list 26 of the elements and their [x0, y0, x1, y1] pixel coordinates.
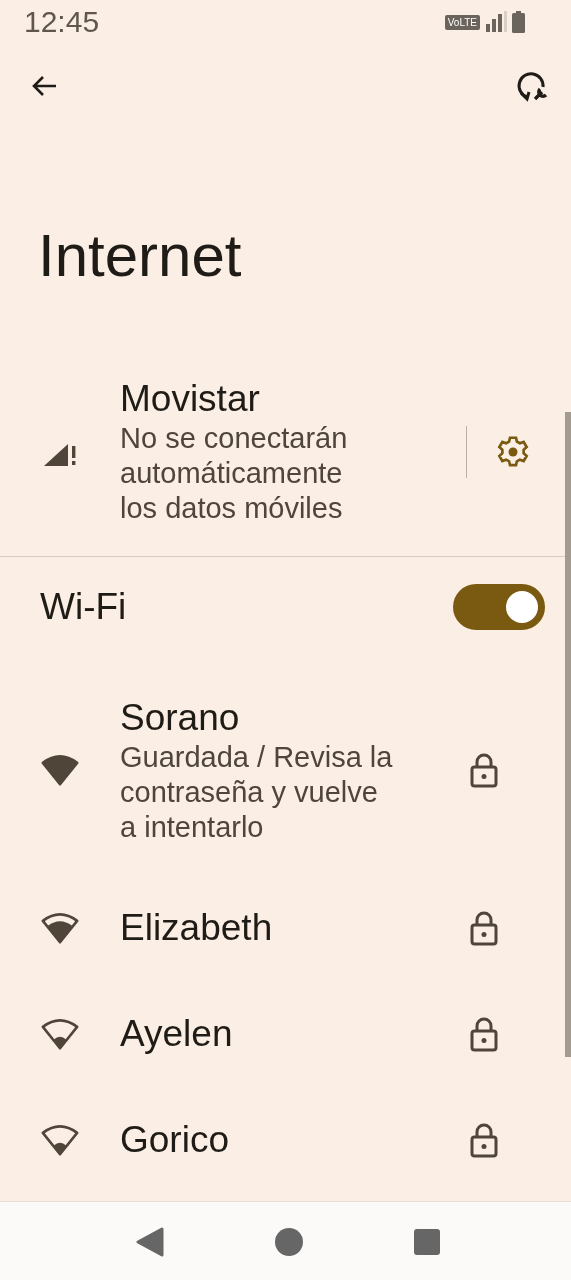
wifi-signal-icon — [40, 754, 80, 786]
wifi-label: Wi-Fi — [40, 586, 127, 628]
triangle-back-icon — [135, 1226, 164, 1257]
wifi-signal-icon — [40, 912, 80, 944]
page-title: Internet — [37, 221, 243, 291]
battery-icon — [512, 11, 525, 33]
cell-signal-icon — [486, 11, 508, 33]
recents-nav-button[interactable] — [413, 1228, 440, 1255]
recents-square-icon — [413, 1228, 440, 1255]
network-name[interactable]: Ayelen — [120, 1012, 469, 1056]
carrier-name: Movistar — [120, 377, 261, 421]
home-circle-icon — [273, 1226, 304, 1257]
reset-wrench-icon — [515, 69, 549, 103]
network-name[interactable]: Elizabeth — [120, 906, 469, 950]
status-time: 12:45 — [24, 5, 100, 39]
network-status: Guardada / Revisa la contraseña y vuelve a intentarlo — [120, 739, 394, 845]
wifi-toggle[interactable] — [453, 584, 545, 630]
volte-badge: VoLTE — [444, 14, 480, 30]
network-name[interactable]: Gorico — [120, 1118, 469, 1162]
carrier-status: No se conectarán automáticamente los datos móviles — [120, 421, 349, 526]
home-nav-button[interactable] — [273, 1226, 304, 1257]
wifi-signal-icon — [40, 1124, 80, 1156]
wifi-signal-icon — [40, 1018, 80, 1050]
settings-icon — [495, 433, 531, 470]
back-nav-button[interactable] — [135, 1226, 164, 1257]
network-name[interactable]: Sorano — [120, 695, 469, 740]
